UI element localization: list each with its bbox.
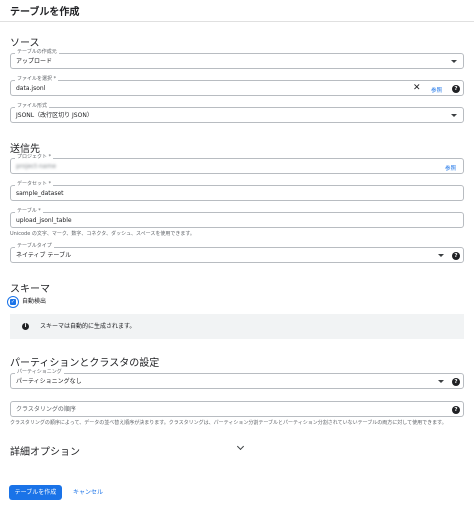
create-table-button[interactable]: テーブルを作成: [9, 485, 62, 500]
dropdown-arrow-icon: [451, 114, 457, 117]
partitioning-select[interactable]: パーティショニング パーティショニングなし ?: [10, 369, 464, 389]
file-format-select[interactable]: ファイル形式 JSONL（改行区切り JSON）: [10, 103, 464, 123]
browse-project-link[interactable]: 参照: [445, 164, 456, 172]
project-field[interactable]: プロジェクト * project-name 参照: [10, 154, 464, 174]
clustering-hint: クラスタリングの順序によって、データの並べ替え順序が決まります。クラスタリングは…: [10, 420, 447, 426]
partition-heading: パーティションとクラスタの設定: [10, 358, 160, 369]
auto-detect-checkbox[interactable]: ✓: [7, 296, 19, 308]
browse-file-link[interactable]: 参照: [431, 86, 442, 94]
create-from-select[interactable]: テーブルの作成元 アップロード: [10, 49, 464, 69]
clustering-order-placeholder: クラスタリングの順序: [16, 406, 76, 413]
chevron-down-icon[interactable]: [236, 442, 245, 451]
auto-detect-label: 自動検出: [22, 298, 47, 305]
schema-info-text: スキーマは自動的に生成されます。: [40, 323, 136, 330]
dataset-label: データセット *: [15, 181, 54, 188]
dropdown-arrow-icon: [438, 380, 444, 383]
create-from-label: テーブルの作成元: [15, 49, 59, 56]
destination-heading: 送信先: [10, 144, 40, 155]
dropdown-arrow-icon: [451, 60, 457, 63]
clustering-order-field[interactable]: クラスタリングの順序 ?: [10, 401, 464, 417]
partitioning-value: パーティショニングなし: [16, 378, 82, 385]
partitioning-label: パーティショニング: [15, 369, 64, 376]
select-file-value: data.jsonl: [16, 85, 46, 92]
table-type-select[interactable]: テーブルタイプ ネイティブ テーブル ?: [10, 243, 464, 263]
help-icon[interactable]: ?: [452, 405, 460, 414]
table-name-label: テーブル *: [15, 208, 43, 215]
help-icon[interactable]: ?: [452, 251, 460, 260]
project-label: プロジェクト *: [15, 154, 54, 161]
title-divider: [0, 21, 474, 22]
schema-info-box: i スキーマは自動的に生成されます。: [10, 314, 464, 339]
table-name-hint: Unicode の文字、マーク、数字、コネクタ、ダッシュ、スペースを使用できます…: [10, 231, 195, 237]
create-from-value: アップロード: [16, 58, 53, 65]
dataset-field[interactable]: データセット * sample_dataset: [10, 181, 464, 201]
advanced-options-heading[interactable]: 詳細オプション: [10, 443, 80, 458]
checkmark-icon: ✓: [10, 299, 16, 305]
file-format-value: JSONL（改行区切り JSON）: [16, 112, 93, 119]
select-file-label: ファイルを選択 *: [15, 76, 59, 83]
table-type-label: テーブルタイプ: [15, 243, 54, 250]
table-name-field[interactable]: テーブル * upload_jsonl_table: [10, 208, 464, 228]
source-heading: ソース: [10, 38, 40, 49]
table-type-value: ネイティブ テーブル: [16, 252, 72, 259]
dialog-title: テーブルを作成: [10, 7, 80, 18]
table-name-value: upload_jsonl_table: [16, 217, 72, 224]
file-format-label: ファイル形式: [15, 103, 50, 110]
dataset-value: sample_dataset: [16, 190, 64, 197]
help-icon[interactable]: ?: [452, 377, 460, 386]
select-file-field[interactable]: ファイルを選択 * data.jsonl ✕ 参照 ?: [10, 76, 464, 96]
info-icon: i: [22, 323, 29, 330]
clear-icon[interactable]: ✕: [413, 82, 421, 94]
project-value: project-name: [16, 163, 57, 170]
schema-heading: スキーマ: [10, 284, 50, 295]
dropdown-arrow-icon: [438, 254, 444, 257]
cancel-button[interactable]: キャンセル: [73, 485, 103, 500]
help-icon[interactable]: ?: [452, 84, 460, 93]
